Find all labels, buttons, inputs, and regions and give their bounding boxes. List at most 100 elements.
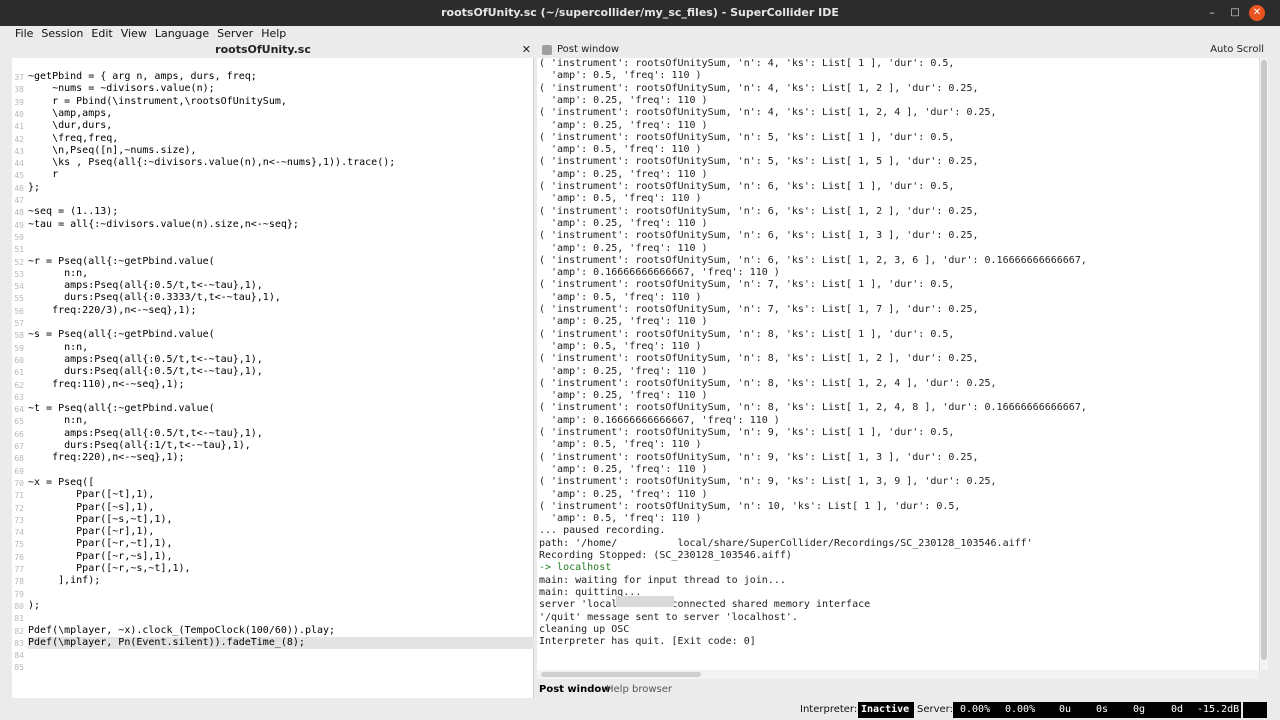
scroll-thumb[interactable] [1261, 60, 1267, 660]
menu-bar: File Session Edit View Language Server Help [0, 26, 1280, 42]
menu-edit[interactable]: Edit [87, 26, 116, 42]
code-line[interactable]: ~x = Pseq([ [28, 477, 94, 489]
code-line[interactable]: ],inf); [28, 575, 100, 587]
post-line: 'amp': 0.5, 'freq': 110 ) [539, 513, 702, 525]
code-line[interactable]: n:n, [28, 415, 88, 427]
volume-level[interactable]: -15.2dB [1197, 700, 1239, 720]
line-number: 84 [14, 651, 24, 661]
post-line: path: '/home/ local/share/SuperCollider/… [539, 537, 1033, 549]
close-document-icon[interactable]: ✕ [522, 42, 531, 58]
code-line[interactable]: n:n, [28, 268, 88, 280]
code-line[interactable]: Ppar([~r,~s,~t],1), [28, 563, 190, 575]
code-line[interactable]: \ks , Pseq(all{:~divisors.value(n),n<-~n… [28, 157, 395, 169]
menu-language[interactable]: Language [151, 26, 213, 42]
menu-server[interactable]: Server [213, 26, 257, 42]
code-line[interactable]: Pdef(\mplayer, ~x).clock_(TempoClock(100… [28, 625, 335, 637]
line-number: 42 [14, 134, 24, 144]
code-line[interactable]: freq:220/3),n<-~seq},1); [28, 305, 197, 317]
code-line[interactable]: freq:110),n<-~seq},1); [28, 379, 184, 391]
line-number: 57 [14, 319, 24, 328]
code-line[interactable]: r = Pbind(\instrument,\rootsOfUnitySum, [28, 96, 287, 108]
code-line[interactable]: ~t = Pseq(all{:~getPbind.value( [28, 403, 215, 415]
code-line[interactable]: Ppar([~r,~s],1), [28, 551, 172, 563]
code-line[interactable]: \dur,durs, [28, 120, 112, 132]
code-editor[interactable]: rootsOfUnity.sc ✕ 37 38 39 40 41 42 43 44 45 46 47… [12, 42, 534, 698]
code-line[interactable]: \amp,amps, [28, 108, 112, 120]
line-number: 67 [14, 442, 24, 451]
code-line[interactable]: ~seq = (1..13); [28, 206, 118, 218]
post-line: ( 'instrument': rootsOfUnitySum, 'n': 9,… [539, 476, 997, 488]
maximize-icon[interactable]: □ [1226, 4, 1244, 22]
code-line[interactable]: Ppar([~s],1), [28, 502, 154, 514]
post-line: 'amp': 0.16666666666667, 'freq': 110 ) [539, 414, 780, 426]
line-number: 41 [14, 122, 24, 132]
line-number: 60 [14, 355, 24, 365]
line-number: 49 [14, 220, 24, 230]
interpreter-state[interactable]: Inactive [858, 702, 914, 718]
code-line[interactable]: durs:Pseq(all{:0.5/t,t<-~tau},1), [28, 366, 263, 378]
post-line: ( 'instrument': rootsOfUnitySum, 'n': 6,… [539, 254, 1087, 266]
post-line: ( 'instrument': rootsOfUnitySum, 'n': 10… [539, 500, 961, 512]
code-line[interactable]: ~nums = ~divisors.value(n); [28, 83, 215, 95]
line-number: 70 [14, 478, 24, 488]
tab-help-browser[interactable]: Help browser [606, 682, 672, 698]
line-number: 74 [14, 528, 24, 538]
code-line[interactable]: r [28, 169, 58, 181]
code-line[interactable]: amps:Pseq(all{:0.5/t,t<-~tau},1), [28, 280, 263, 292]
code-line[interactable]: \freq,freq, [28, 133, 118, 145]
server-label: Server: [917, 704, 953, 715]
minimize-icon[interactable]: – [1203, 4, 1221, 22]
code-line[interactable]: ~getPbind = { arg n, amps, durs, freq; [28, 71, 257, 83]
code-line[interactable]: Ppar([~r],1), [28, 526, 154, 538]
code-line[interactable]: Ppar([~r,~t],1), [28, 538, 172, 550]
interpreter-label: Interpreter: [800, 704, 858, 715]
post-line: ( 'instrument': rootsOfUnitySum, 'n': 8,… [539, 377, 997, 389]
dock-tabs: Post window Help browser [537, 682, 1268, 698]
cpu-average: 0.00% [960, 704, 991, 715]
post-window[interactable]: Interpreter has quit. [Exit code: 0] clea… [537, 58, 1259, 670]
code-line[interactable]: ~r = Pseq(all{:~getPbind.value( [28, 256, 215, 268]
code-line[interactable]: Ppar([~t],1), [28, 489, 154, 501]
scroll-thumb[interactable] [541, 672, 701, 677]
line-number: 64 [14, 405, 24, 415]
line-number: 40 [14, 109, 24, 119]
line-number: 63 [14, 392, 24, 402]
code-line[interactable]: ); [28, 600, 40, 612]
post-horizontal-scrollbar[interactable] [537, 670, 1259, 679]
code-line[interactable]: freq:220),n<-~seq},1); [28, 452, 184, 464]
code-line[interactable]: amps:Pseq(all{:0.5/t,t<-~tau},1), [28, 354, 263, 366]
code-line[interactable]: Pdef(\mplayer, Pn(Event.silent)).fadeTim… [28, 636, 534, 650]
code-line[interactable]: durs:Pseq(all{:1/t,t<-~tau},1), [28, 440, 251, 452]
close-window-icon[interactable]: ✕ [1249, 5, 1265, 21]
volume-box[interactable] [1243, 702, 1267, 718]
code-line[interactable]: Ppar([~s,~t],1), [28, 514, 172, 526]
line-number: 48 [14, 208, 24, 218]
line-number: 51 [14, 245, 24, 255]
code-line[interactable]: ~tau = all{:~divisors.value(n).size,n<-~… [28, 219, 299, 231]
code-line[interactable]: durs:Pseq(all{:0.3333/t,t<-~tau},1), [28, 292, 281, 304]
code-line[interactable]: ~s = Pseq(all{:~getPbind.value( [28, 329, 215, 341]
line-number: 58 [14, 331, 24, 341]
menu-session[interactable]: Session [37, 26, 87, 42]
menu-help[interactable]: Help [257, 26, 290, 42]
line-number: 85 [14, 663, 24, 673]
code-line[interactable]: n:n, [28, 342, 88, 354]
post-line: ( 'instrument': rootsOfUnitySum, 'n': 4,… [539, 82, 979, 94]
post-line: ( 'instrument': rootsOfUnitySum, 'n': 7,… [539, 304, 979, 315]
post-window-title: Post window [557, 44, 620, 55]
line-number: 46 [14, 183, 24, 193]
code-line[interactable]: amps:Pseq(all{:0.5/t,t<-~tau},1), [28, 428, 263, 440]
code-line[interactable]: \n,Pseq([n],~nums.size), [28, 145, 197, 157]
code-line[interactable]: }; [28, 182, 40, 194]
line-number: 54 [14, 282, 24, 292]
post-line: Recording Stopped: (SC_230128_103546.aif… [539, 550, 792, 561]
post-vertical-scrollbar[interactable] [1259, 58, 1268, 670]
interpreter-state-text: Inactive [861, 704, 910, 715]
menu-view[interactable]: View [117, 26, 151, 42]
post-line: ( 'instrument': rootsOfUnitySum, 'n': 4,… [539, 107, 997, 119]
post-line: cleaning up OSC [539, 623, 630, 635]
auto-scroll-toggle[interactable]: Auto Scroll [1210, 42, 1264, 58]
menu-file[interactable]: File [0, 26, 37, 42]
tab-post-window[interactable]: Post window [539, 682, 610, 698]
document-title: rootsOfUnity.sc [215, 43, 311, 56]
